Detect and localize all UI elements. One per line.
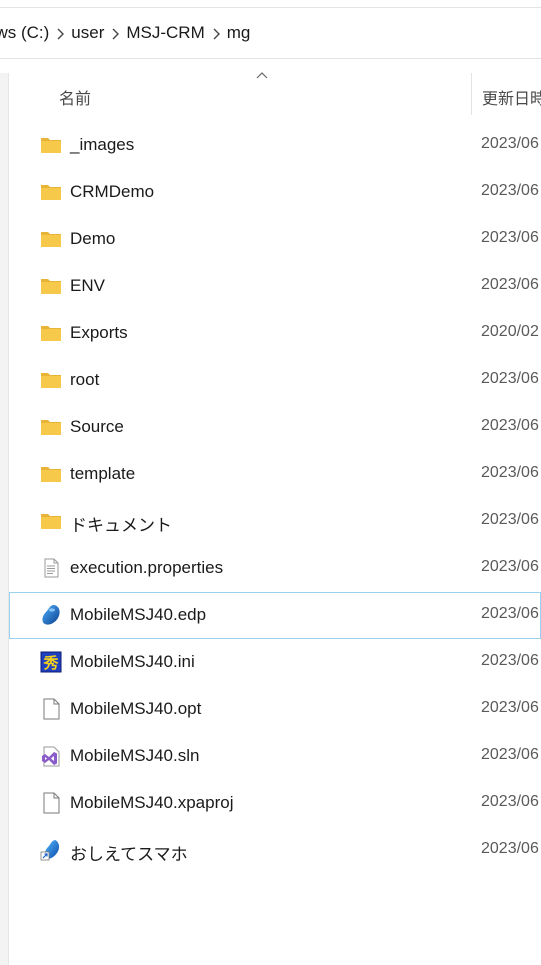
file-explorer-window: ows (C:) user MSJ-CRM mg 名前 更新日時 _images… — [0, 0, 541, 965]
file-row[interactable]: execution.properties 2023/06 — [9, 545, 541, 592]
file-name[interactable]: おしえてスマホ — [70, 840, 188, 865]
file-name[interactable]: template — [70, 464, 135, 484]
folder-icon — [40, 134, 62, 156]
file-row[interactable]: root 2023/06 — [9, 357, 541, 404]
column-header: 名前 更新日時 — [9, 72, 541, 118]
file-row[interactable]: MobileMSJ40.xpaproj 2023/06 — [9, 780, 541, 827]
file-modified-date: 2023/06 — [481, 558, 539, 575]
file-modified-date: 2023/06 — [481, 605, 539, 622]
file-name[interactable]: execution.properties — [70, 558, 223, 578]
file-row[interactable]: template 2023/06 — [9, 451, 541, 498]
file-modified-date: 2023/06 — [481, 182, 539, 199]
file-modified-date: 2023/06 — [481, 464, 539, 481]
file-modified-date: 2020/02 — [481, 323, 539, 340]
file-row[interactable]: ドキュメント 2023/06 — [9, 498, 541, 545]
breadcrumb-drive[interactable]: ows (C:) — [0, 23, 49, 43]
file-modified-date: 2023/06 — [481, 511, 539, 528]
navigation-pane-edge — [0, 73, 9, 965]
file-name[interactable]: Source — [70, 417, 124, 437]
chevron-right-icon[interactable] — [205, 25, 227, 41]
text-file-icon — [40, 557, 62, 579]
file-modified-date: 2023/06 — [481, 840, 539, 857]
file-name[interactable]: ドキュメント — [70, 511, 172, 536]
file-name[interactable]: ENV — [70, 276, 105, 296]
column-name-header[interactable]: 名前 — [59, 85, 91, 109]
file-modified-date: 2023/06 — [481, 417, 539, 434]
folder-icon — [40, 416, 62, 438]
file-modified-date: 2023/06 — [481, 652, 539, 669]
breadcrumb-user[interactable]: user — [71, 23, 104, 43]
file-modified-date: 2023/06 — [481, 370, 539, 387]
folder-icon — [40, 181, 62, 203]
file-row[interactable]: Demo 2023/06 — [9, 216, 541, 263]
file-name[interactable]: _images — [70, 135, 134, 155]
chevron-right-icon[interactable] — [49, 25, 71, 41]
folder-icon — [40, 228, 62, 250]
file-name[interactable]: root — [70, 370, 99, 390]
column-divider[interactable] — [471, 73, 472, 115]
file-name[interactable]: MobileMSJ40.xpaproj — [70, 793, 233, 813]
ini-file-icon: 秀 — [40, 651, 62, 673]
file-row[interactable]: MobileMSJ40.sln 2023/06 — [9, 733, 541, 780]
breadcrumb-msj-crm[interactable]: MSJ-CRM — [126, 23, 204, 43]
file-row[interactable]: _images 2023/06 — [9, 122, 541, 169]
edp-file-icon — [40, 604, 62, 626]
file-modified-date: 2023/06 — [481, 135, 539, 152]
file-row[interactable]: 秀 MobileMSJ40.ini 2023/06 — [9, 639, 541, 686]
file-name[interactable]: Exports — [70, 323, 128, 343]
file-row[interactable]: MobileMSJ40.edp 2023/06 — [9, 592, 541, 639]
file-name[interactable]: CRMDemo — [70, 182, 154, 202]
file-row[interactable]: Exports 2020/02 — [9, 310, 541, 357]
breadcrumb-mg[interactable]: mg — [227, 23, 251, 43]
blank-file-icon — [40, 698, 62, 720]
file-modified-date: 2023/06 — [481, 793, 539, 810]
file-list: _images 2023/06 CRMDemo 2023/06 Demo 2023/06 E… — [9, 122, 541, 874]
file-modified-date: 2023/06 — [481, 746, 539, 763]
chevron-right-icon[interactable] — [104, 25, 126, 41]
folder-icon — [40, 463, 62, 485]
folder-icon — [40, 322, 62, 344]
folder-icon — [40, 510, 62, 532]
column-date-header[interactable]: 更新日時 — [482, 85, 541, 109]
shortcut-icon — [40, 839, 62, 861]
visual-studio-solution-icon — [40, 745, 62, 767]
file-modified-date: 2023/06 — [481, 229, 539, 246]
file-row[interactable]: CRMDemo 2023/06 — [9, 169, 541, 216]
blank-file-icon — [40, 792, 62, 814]
file-name[interactable]: MobileMSJ40.sln — [70, 746, 199, 766]
folder-icon — [40, 275, 62, 297]
file-name[interactable]: Demo — [70, 229, 115, 249]
address-bar[interactable]: ows (C:) user MSJ-CRM mg — [0, 7, 541, 59]
folder-icon — [40, 369, 62, 391]
file-name[interactable]: MobileMSJ40.opt — [70, 699, 201, 719]
file-modified-date: 2023/06 — [481, 699, 539, 716]
file-name[interactable]: MobileMSJ40.ini — [70, 652, 195, 672]
svg-text:秀: 秀 — [42, 654, 59, 672]
file-row[interactable]: おしえてスマホ 2023/06 — [9, 827, 541, 874]
file-name[interactable]: MobileMSJ40.edp — [70, 605, 206, 625]
file-row[interactable]: ENV 2023/06 — [9, 263, 541, 310]
file-row[interactable]: Source 2023/06 — [9, 404, 541, 451]
sort-ascending-icon — [256, 72, 268, 79]
file-row[interactable]: MobileMSJ40.opt 2023/06 — [9, 686, 541, 733]
file-modified-date: 2023/06 — [481, 276, 539, 293]
